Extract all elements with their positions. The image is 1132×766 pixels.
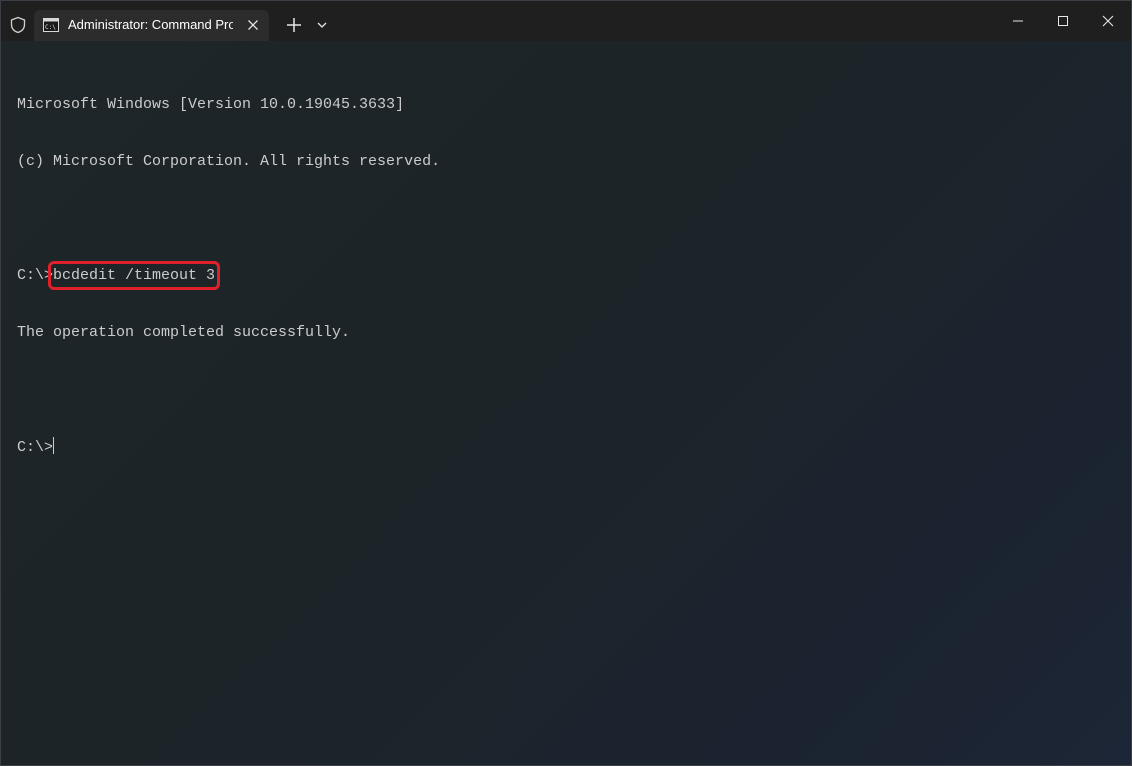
console-output[interactable]: Microsoft Windows [Version 10.0.19045.36… xyxy=(17,57,440,494)
minimize-button[interactable] xyxy=(995,1,1041,41)
command-line: C:\>bcdedit /timeout 3 xyxy=(17,261,440,290)
text-cursor xyxy=(53,437,55,454)
maximize-button[interactable] xyxy=(1040,1,1086,41)
prompt: C:\> xyxy=(17,267,54,284)
close-icon xyxy=(1102,15,1114,27)
highlighted-command: bcdedit /timeout 3 xyxy=(48,261,221,290)
svg-text:C:\: C:\ xyxy=(45,24,56,31)
tab-command-prompt[interactable]: C:\ Administrator: Command Prompt xyxy=(34,10,269,41)
command-output-line: The operation completed successfully. xyxy=(17,324,351,341)
command-prompt-icon: C:\ xyxy=(43,18,59,32)
prompt: C:\> xyxy=(17,439,54,456)
tab-title: Administrator: Command Prompt xyxy=(68,17,233,32)
banner-version-line: Microsoft Windows [Version 10.0.19045.36… xyxy=(17,96,405,113)
title-bar[interactable]: C:\ Administrator: Command Prompt xyxy=(1,1,1131,41)
terminal-window: C:\ Administrator: Command Prompt xyxy=(0,0,1132,766)
banner-copyright-line: (c) Microsoft Corporation. All rights re… xyxy=(17,153,441,170)
minimize-icon xyxy=(1013,20,1023,22)
close-icon[interactable] xyxy=(245,17,261,33)
shield-icon xyxy=(9,16,27,34)
plus-icon[interactable] xyxy=(283,14,305,36)
input-line[interactable]: C:\> xyxy=(17,437,440,456)
close-button[interactable] xyxy=(1085,1,1131,41)
chevron-down-icon[interactable] xyxy=(313,17,331,33)
maximize-icon xyxy=(1058,16,1068,26)
